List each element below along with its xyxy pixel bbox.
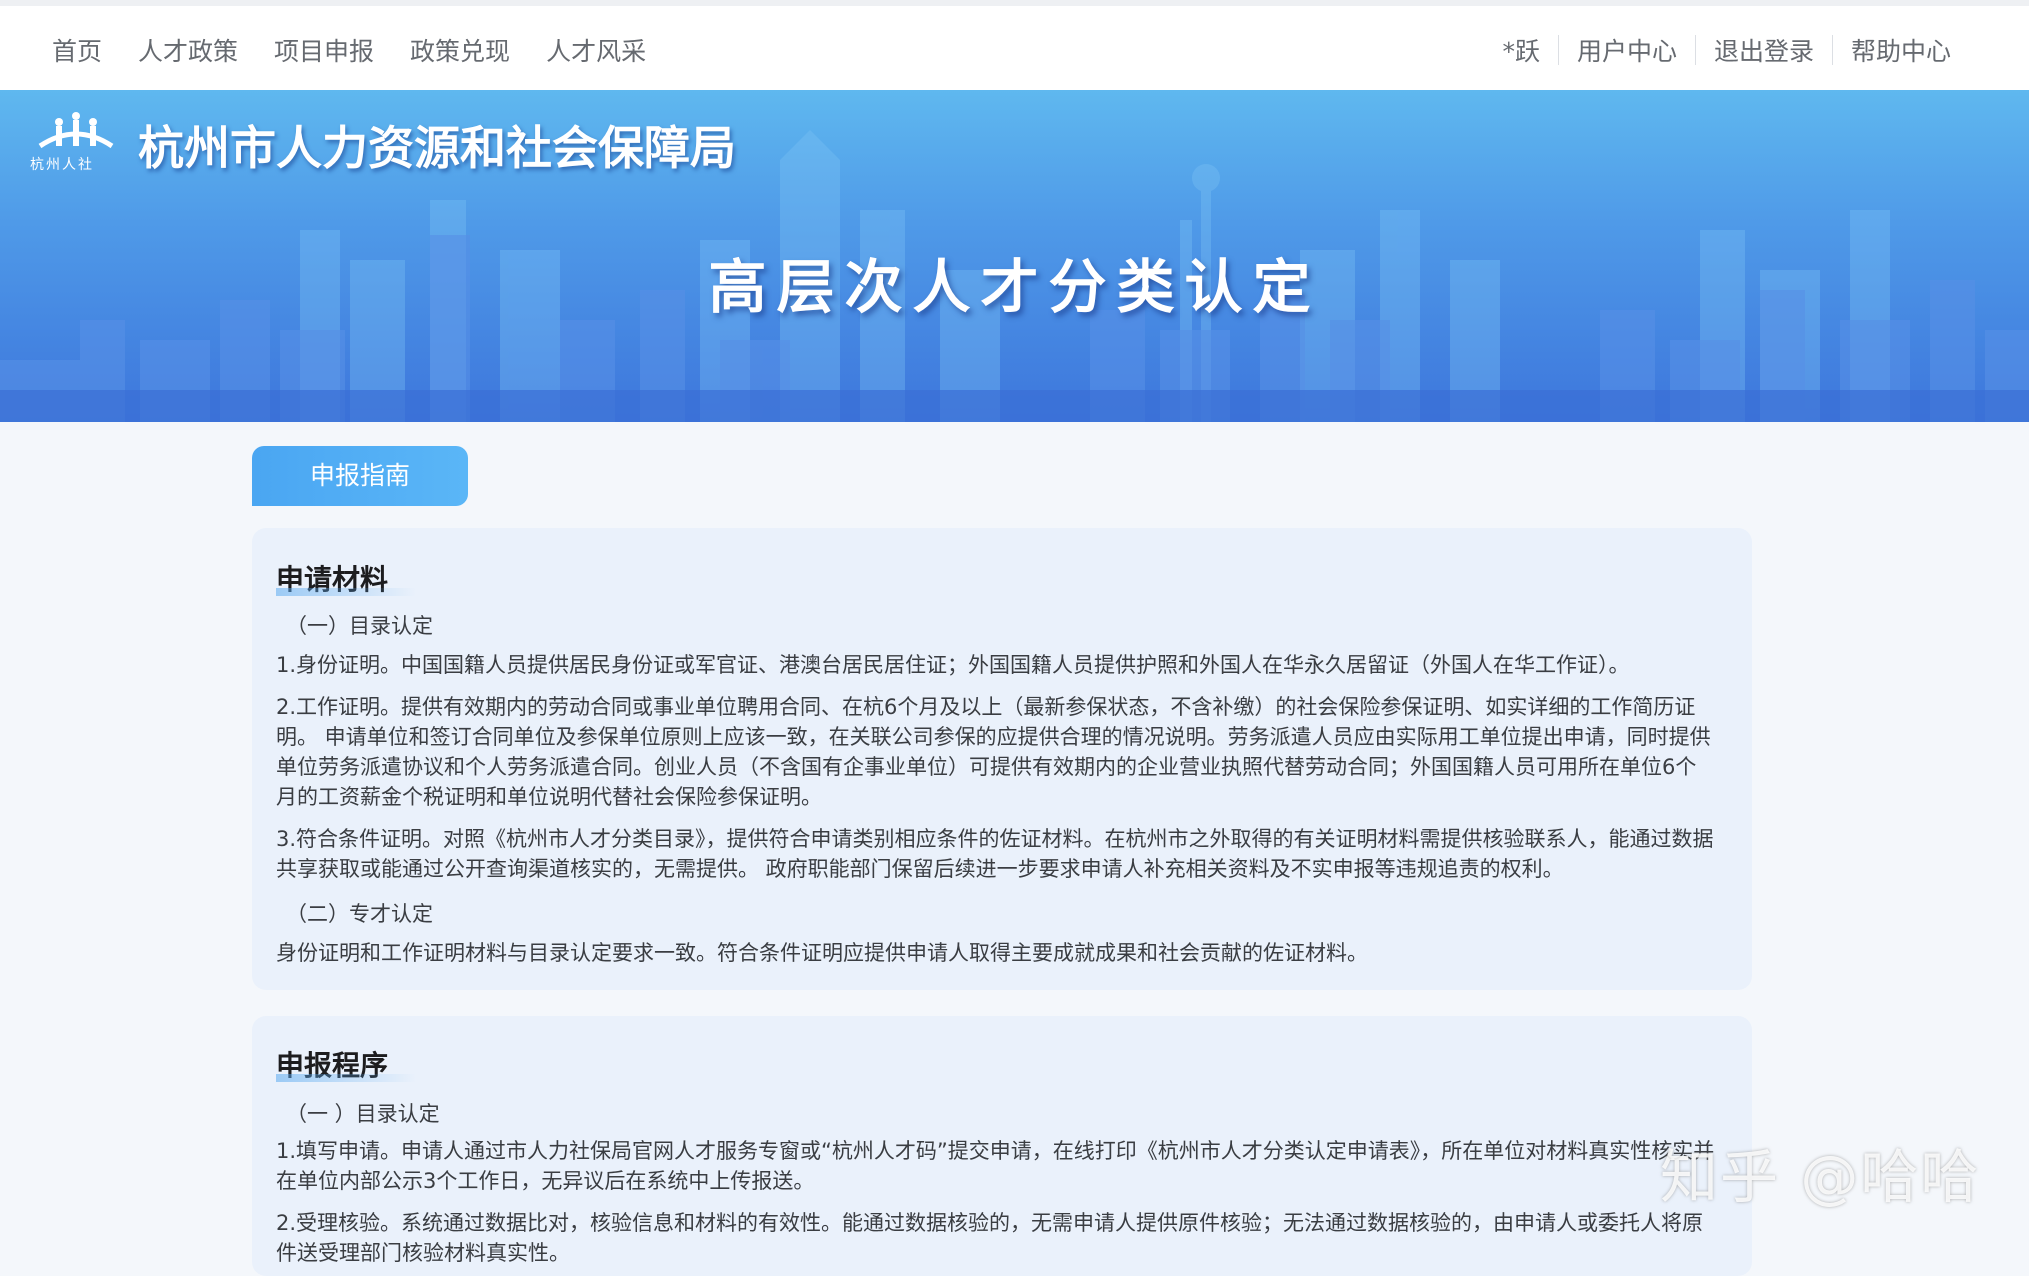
nav-divider [1831, 35, 1833, 65]
nav-home[interactable]: 首页 [52, 32, 102, 68]
title-underline [276, 1074, 416, 1082]
user-name[interactable]: *跃 [1502, 32, 1540, 68]
materials-item-identity: 1.身份证明。中国国籍人员提供居民身份证或军官证、港澳台居民居住证；外国国籍人员… [276, 653, 1630, 677]
banner-title: 高层次人才分类认定 [708, 253, 1321, 321]
materials-subtitle-catalog: （一）目录认定 [286, 614, 433, 638]
procedure-card: 申报程序 （一 ）目录认定 1.填写申请。申请人通过市人力社保局官网人才服务专窗… [252, 1016, 1752, 1276]
procedure-step-verify: 2.受理核验。系统通过数据比对，核验信息和材料的有效性。能通过数据核验的，无需申… [276, 1211, 1704, 1265]
nav-talent-showcase[interactable]: 人才风采 [546, 32, 646, 68]
bureau-name: 杭州市人力资源和社会保障局 [138, 121, 736, 175]
nav-user-center[interactable]: 用户中心 [1577, 32, 1677, 68]
watermark: 知乎 @哈哈 [1660, 1143, 1981, 1211]
nav-divider [1694, 35, 1696, 65]
procedure-step-fill: 1.填写申请。申请人通过市人力社保局官网人才服务专窗或“杭州人才码”提交申请，在… [276, 1139, 1715, 1193]
nav-policy-redemption[interactable]: 政策兑现 [410, 32, 510, 68]
materials-item-specialist: 身份证明和工作证明材料与目录认定要求一致。符合条件证明应提供申请人取得主要成就成… [276, 941, 1368, 965]
logo-text: 杭州人社 [30, 157, 94, 173]
hero-banner: 杭州人社 杭州市人力资源和社会保障局 高层次人才分类认定 [0, 90, 2029, 422]
materials-item-conditions: 3.符合条件证明。对照《杭州市人才分类目录》，提供符合申请类别相应条件的佐证材料… [276, 827, 1714, 881]
nav-divider [1557, 35, 1559, 65]
nav-talent-policy[interactable]: 人才政策 [138, 32, 238, 68]
procedure-subtitle-catalog: （一 ）目录认定 [286, 1102, 440, 1126]
tab-application-guide[interactable]: 申报指南 [252, 446, 468, 506]
materials-item-work: 2.工作证明。提供有效期内的劳动合同或事业单位聘用合同、在杭6个月及以上（最新参… [276, 695, 1711, 809]
top-nav: 首页 人才政策 项目申报 政策兑现 人才风采 *跃 用户中心 退出登录 帮助中心 [0, 6, 2029, 90]
title-underline [276, 588, 416, 596]
materials-card: 申请材料 （一）目录认定 1.身份证明。中国国籍人员提供居民身份证或军官证、港澳… [252, 528, 1752, 990]
nav-logout[interactable]: 退出登录 [1714, 32, 1814, 68]
nav-right: *跃 用户中心 退出登录 帮助中心 [1502, 32, 1951, 68]
nav-left: 首页 人才政策 项目申报 政策兑现 人才风采 [52, 32, 646, 68]
materials-subtitle-specialist: （二）专才认定 [286, 902, 433, 926]
nav-project-application[interactable]: 项目申报 [274, 32, 374, 68]
nav-help-center[interactable]: 帮助中心 [1851, 32, 1951, 68]
